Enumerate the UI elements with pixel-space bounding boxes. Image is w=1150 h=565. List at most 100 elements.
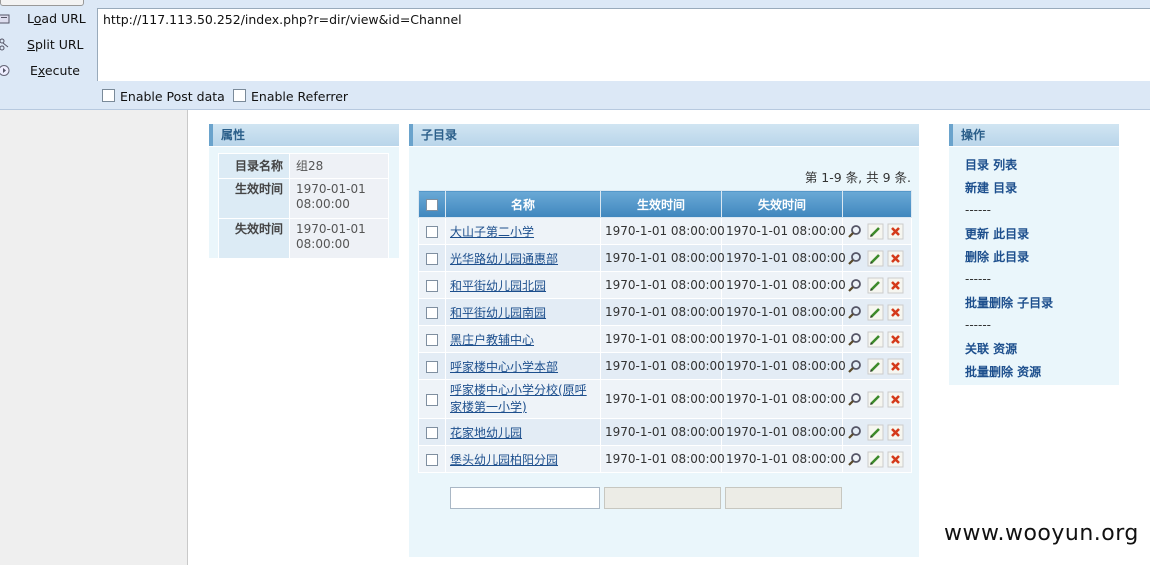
edit-icon[interactable] xyxy=(867,223,884,240)
row-select-cell xyxy=(418,271,446,299)
operations-separator: ------ xyxy=(965,203,991,217)
edit-icon[interactable] xyxy=(867,391,884,408)
split-url-button[interactable]: Split URL xyxy=(0,35,96,55)
row-end-cell: 1970-1-01 08:00:00 xyxy=(721,352,846,380)
delete-icon[interactable] xyxy=(887,223,904,240)
row-end-cell: 1970-1-01 08:00:00 xyxy=(721,271,846,299)
view-icon[interactable] xyxy=(847,451,864,468)
row-start-cell: 1970-1-01 08:00:00 xyxy=(600,445,725,473)
row-start-cell: 1970-1-01 08:00:00 xyxy=(600,271,725,299)
edit-icon[interactable] xyxy=(867,331,884,348)
operations-link[interactable]: 目录 列表 xyxy=(965,156,1017,173)
row-name-link[interactable]: 大山子第二小学 xyxy=(450,225,534,239)
url-textarea[interactable]: http://117.113.50.252/index.php?r=dir/vi… xyxy=(97,8,1150,81)
edit-icon[interactable] xyxy=(867,277,884,294)
operations-link[interactable]: 更新 此目录 xyxy=(965,225,1029,242)
referrer-checkbox-box[interactable] xyxy=(233,89,246,102)
row-name-cell: 大山子第二小学 xyxy=(445,217,601,245)
row-actions-cell xyxy=(842,325,912,353)
enable-referrer-checkbox[interactable]: Enable Referrer xyxy=(233,89,348,105)
view-icon[interactable] xyxy=(847,358,864,375)
load-url-icon xyxy=(0,14,10,24)
row-name-cell: 呼家楼中心小学分校(原呼家楼第一小学) xyxy=(445,379,601,419)
col-end[interactable]: 失效时间 xyxy=(721,190,843,218)
edit-icon[interactable] xyxy=(867,451,884,468)
url-text: http://117.113.50.252/index.php?r=dir/vi… xyxy=(103,12,462,27)
table-row: 花家地幼儿园 1970-1-01 08:00:00 1970-1-01 08:00:… xyxy=(418,418,912,446)
view-icon[interactable] xyxy=(847,424,864,441)
row-checkbox[interactable] xyxy=(426,393,438,406)
row-checkbox[interactable] xyxy=(426,453,438,466)
col-start[interactable]: 生效时间 xyxy=(600,190,722,218)
row-checkbox[interactable] xyxy=(426,225,438,238)
enable-post-checkbox[interactable]: Enable Post data xyxy=(102,89,225,105)
row-name-link[interactable]: 和平街幼儿园南园 xyxy=(450,306,546,320)
edit-icon[interactable] xyxy=(867,424,884,441)
row-start-cell: 1970-1-01 08:00:00 xyxy=(600,379,725,419)
table-row: 光华路幼儿园通惠部 1970-1-01 08:00:00 1970-1-01 08:… xyxy=(418,244,912,272)
delete-icon[interactable] xyxy=(887,277,904,294)
edit-icon[interactable] xyxy=(867,250,884,267)
operations-link[interactable]: 关联 资源 xyxy=(965,340,1017,357)
end-filter-input[interactable] xyxy=(725,487,842,509)
prop-row: 生效时间 1970-01-01 08:00:00 xyxy=(218,178,389,219)
view-icon[interactable] xyxy=(847,391,864,408)
row-end-cell: 1970-1-01 08:00:00 xyxy=(721,244,846,272)
hackbar-toolbar: Load URL Split URL Execute http://117.11… xyxy=(0,0,1150,110)
row-start-cell: 1970-1-01 08:00:00 xyxy=(600,217,725,245)
view-icon[interactable] xyxy=(847,250,864,267)
execute-icon xyxy=(0,65,10,76)
row-name-link[interactable]: 呼家楼中心小学本部 xyxy=(450,360,558,374)
view-icon[interactable] xyxy=(847,331,864,348)
select-all-checkbox[interactable] xyxy=(426,198,438,211)
edit-icon[interactable] xyxy=(867,304,884,321)
row-actions-cell xyxy=(842,217,912,245)
row-name-link[interactable]: 光华路幼儿园通惠部 xyxy=(450,252,558,266)
col-name[interactable]: 名称 xyxy=(445,190,601,218)
row-end-cell: 1970-1-01 08:00:00 xyxy=(721,418,846,446)
row-name-link[interactable]: 堡头幼儿园柏阳分园 xyxy=(450,453,558,467)
row-actions-cell xyxy=(842,445,912,473)
edit-icon[interactable] xyxy=(867,358,884,375)
operations-link[interactable]: 删除 此目录 xyxy=(965,248,1029,265)
row-start-cell: 1970-1-01 08:00:00 xyxy=(600,244,725,272)
name-filter-input[interactable] xyxy=(450,487,600,509)
start-filter-input[interactable] xyxy=(604,487,721,509)
operations-link[interactable]: 新建 目录 xyxy=(965,179,1017,196)
delete-icon[interactable] xyxy=(887,358,904,375)
operations-link[interactable]: 批量删除 资源 xyxy=(965,363,1041,380)
row-checkbox[interactable] xyxy=(426,279,438,292)
row-checkbox[interactable] xyxy=(426,252,438,265)
row-select-cell xyxy=(418,418,446,446)
execute-button[interactable]: Execute xyxy=(0,61,96,81)
view-icon[interactable] xyxy=(847,223,864,240)
delete-icon[interactable] xyxy=(887,331,904,348)
view-icon[interactable] xyxy=(847,277,864,294)
row-name-cell: 呼家楼中心小学本部 xyxy=(445,352,601,380)
row-checkbox[interactable] xyxy=(426,360,438,373)
row-name-link[interactable]: 花家地幼儿园 xyxy=(450,426,522,440)
delete-icon[interactable] xyxy=(887,250,904,267)
row-actions-cell xyxy=(842,244,912,272)
row-select-cell xyxy=(418,217,446,245)
row-name-link[interactable]: 和平街幼儿园北园 xyxy=(450,279,546,293)
load-url-button[interactable]: Load URL xyxy=(0,9,96,29)
row-checkbox[interactable] xyxy=(426,426,438,439)
row-name-link[interactable]: 呼家楼中心小学分校(原呼家楼第一小学) xyxy=(450,383,587,414)
row-start-cell: 1970-1-01 08:00:00 xyxy=(600,325,725,353)
operations-separator: ------ xyxy=(965,272,991,286)
hackbar-top-button[interactable] xyxy=(0,0,84,6)
operations-link[interactable]: 批量删除 子目录 xyxy=(965,294,1053,311)
delete-icon[interactable] xyxy=(887,451,904,468)
row-checkbox[interactable] xyxy=(426,333,438,346)
view-icon[interactable] xyxy=(847,304,864,321)
delete-icon[interactable] xyxy=(887,304,904,321)
row-name-link[interactable]: 黑庄户教辅中心 xyxy=(450,333,534,347)
row-end-cell: 1970-1-01 08:00:00 xyxy=(721,298,846,326)
row-checkbox[interactable] xyxy=(426,306,438,319)
delete-icon[interactable] xyxy=(887,424,904,441)
delete-icon[interactable] xyxy=(887,391,904,408)
post-checkbox-box[interactable] xyxy=(102,89,115,102)
row-select-cell xyxy=(418,325,446,353)
row-name-cell: 和平街幼儿园南园 xyxy=(445,298,601,326)
